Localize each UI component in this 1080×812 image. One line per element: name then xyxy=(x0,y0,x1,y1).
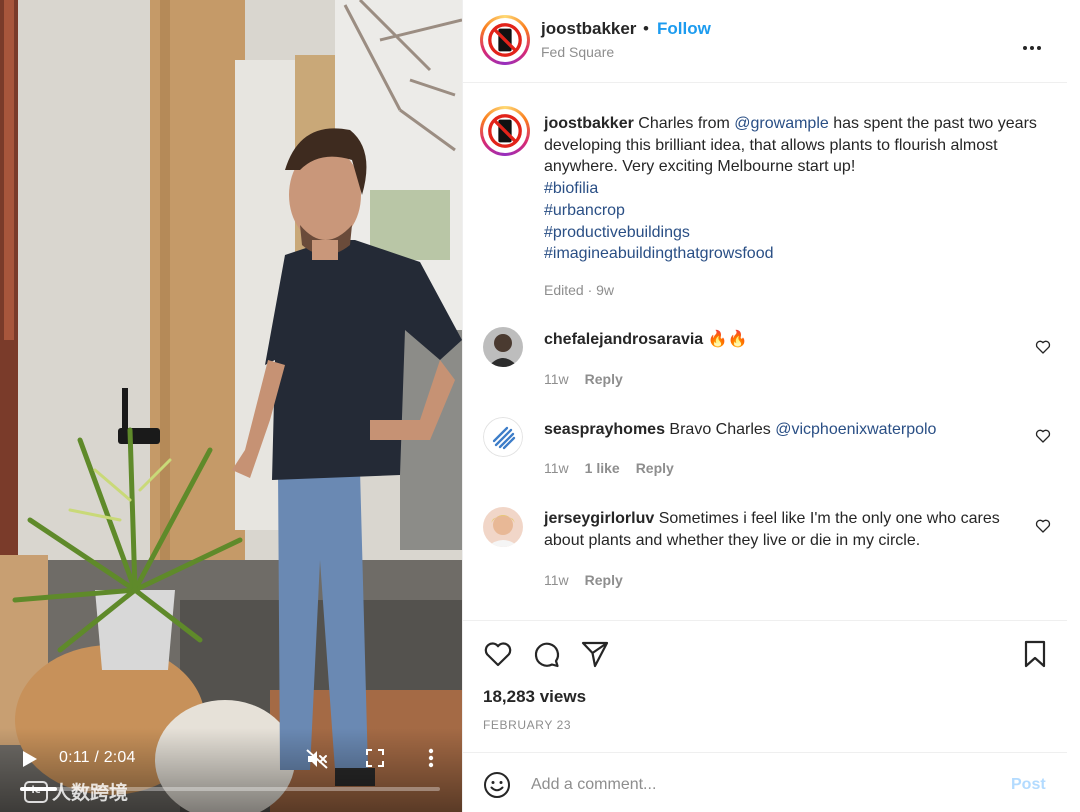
author-username[interactable]: joostbakker xyxy=(541,19,636,39)
watermark: ic 人数跨境 xyxy=(24,778,128,805)
comment-icon[interactable] xyxy=(531,639,561,669)
comment-avatar[interactable] xyxy=(483,327,523,367)
comment-mention[interactable]: @vicphoenixwaterpolo xyxy=(775,421,936,438)
hashtag-link[interactable]: #productivebuildings xyxy=(544,222,1044,244)
hashtag-link[interactable]: #urbancrop xyxy=(544,200,1044,222)
author-avatar[interactable] xyxy=(480,15,530,65)
post-button[interactable]: Post xyxy=(1011,776,1046,794)
bookmark-icon[interactable] xyxy=(1020,639,1050,669)
caption-text: Charles from xyxy=(633,115,735,132)
action-bar xyxy=(463,620,1067,752)
reply-button[interactable]: Reply xyxy=(636,460,674,476)
muted-speaker-icon[interactable] xyxy=(305,747,329,771)
post-panel: joostbakker • Follow Fed Square joostbak… xyxy=(462,0,1080,812)
comment-like-heart-icon[interactable] xyxy=(1035,518,1051,534)
caption-avatar[interactable] xyxy=(480,106,530,156)
comment-text: seasprayhomes Bravo Charles @vicphoenixw… xyxy=(544,419,1014,441)
watermark-text: 人数跨境 xyxy=(52,782,129,804)
comment-input[interactable] xyxy=(531,769,991,801)
follow-button[interactable]: Follow xyxy=(657,19,711,39)
caption-username[interactable]: joostbakker xyxy=(544,115,634,132)
comment-meta: 11w 1 like Reply xyxy=(544,460,674,476)
comment-age: 11w xyxy=(544,371,569,387)
reply-button[interactable]: Reply xyxy=(585,371,623,387)
comment-meta: 11w Reply xyxy=(544,371,623,387)
post-caption: joostbakker Charles from @growample has … xyxy=(544,113,1044,265)
no-phone-logo-icon xyxy=(486,21,524,59)
more-vertical-icon[interactable] xyxy=(428,748,434,768)
comment-like-heart-icon[interactable] xyxy=(1035,339,1051,355)
watermark-logo-icon: ic xyxy=(24,780,48,803)
comment-text: chefalejandrosaravia 🔥🔥 xyxy=(544,329,1014,351)
fullscreen-icon[interactable] xyxy=(366,749,384,767)
play-icon[interactable] xyxy=(22,750,38,768)
comment-avatar[interactable] xyxy=(483,507,523,547)
heart-icon[interactable] xyxy=(483,639,513,669)
comment-body: Bravo Charles xyxy=(664,421,776,438)
post-date[interactable]: FEBRUARY 23 xyxy=(483,718,571,732)
post-header: joostbakker • Follow Fed Square xyxy=(463,0,1067,83)
comment-username[interactable]: chefalejandrosaravia xyxy=(544,331,703,348)
video-frame xyxy=(0,0,462,812)
caption-mention[interactable]: @growample xyxy=(734,115,829,132)
reply-button[interactable]: Reply xyxy=(585,572,623,588)
comment-age: 11w xyxy=(544,572,569,588)
comment-age: 11w xyxy=(544,460,569,476)
hashtag-link[interactable]: #imagineabuildingthatgrowsfood xyxy=(544,243,1044,265)
comment-meta: 11w Reply xyxy=(544,572,623,588)
caption-meta: Edited · 9w xyxy=(544,282,615,298)
more-options-icon[interactable] xyxy=(1023,37,1044,55)
location-link[interactable]: Fed Square xyxy=(541,44,614,60)
add-comment-bar: Post xyxy=(463,752,1067,812)
comment-likes[interactable]: 1 like xyxy=(585,460,620,476)
comment-username[interactable]: jerseygirlorluv xyxy=(544,510,654,527)
video-time: 0:11 / 2:04 xyxy=(59,749,136,766)
share-icon[interactable] xyxy=(580,639,610,669)
comment-text: jerseygirlorluv Sometimes i feel like I'… xyxy=(544,508,1014,552)
separator-dot: • xyxy=(643,19,649,38)
comment-username[interactable]: seasprayhomes xyxy=(544,421,665,438)
hashtag-link[interactable]: #biofilia xyxy=(544,178,1044,200)
video-player[interactable]: 0:11 / 2:04 ic 人数跨境 xyxy=(0,0,462,812)
comment-avatar[interactable] xyxy=(483,417,523,457)
no-phone-logo-icon xyxy=(486,112,524,150)
emoji-icon[interactable] xyxy=(483,771,511,799)
comment-like-heart-icon[interactable] xyxy=(1035,428,1051,444)
comment-body: 🔥🔥 xyxy=(703,331,748,348)
view-count[interactable]: 18,283 views xyxy=(483,687,586,707)
